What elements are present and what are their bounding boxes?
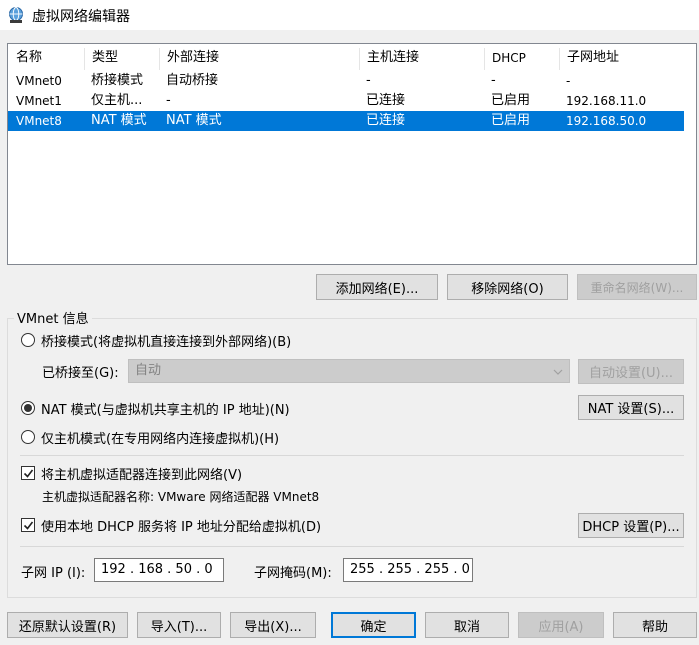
host-only-mode-label[interactable]: 仅主机模式(在专用网络内连接虚拟机)(H) (41, 428, 279, 447)
bridged-mode-label[interactable]: 桥接模式(将虚拟机直接连接到外部网络)(B) (41, 331, 291, 350)
bridged-to-label: 已桥接至(G): (42, 366, 119, 381)
host-only-mode-radio[interactable] (21, 430, 35, 444)
remove-network-button[interactable]: 移除网络(O) (447, 274, 568, 300)
nat-mode-radio[interactable] (21, 401, 35, 415)
subnet-mask-input[interactable]: 255 . 255 . 255 . 0 (343, 558, 473, 582)
connect-adapter-checkbox[interactable] (21, 466, 35, 480)
help-button[interactable]: 帮助 (613, 612, 697, 638)
checkmark-icon (23, 469, 34, 478)
adapter-name-text: 主机虚拟适配器名称: VMware 网络适配器 VMnet8 (42, 490, 320, 504)
column-header-host[interactable]: 主机连接 (359, 44, 419, 72)
add-network-button[interactable]: 添加网络(E)... (316, 274, 438, 300)
column-header-subnet[interactable]: 子网地址 (559, 44, 619, 72)
column-header-dhcp[interactable]: DHCP (484, 44, 526, 72)
import-button[interactable]: 导入(T)... (137, 612, 221, 638)
bridged-to-value: 自动 (135, 363, 162, 378)
cell-host: - (366, 73, 371, 88)
column-header-name[interactable]: 名称 (8, 44, 42, 72)
table-row[interactable]: VMnet0 桥接模式 自动桥接 - - - (8, 71, 684, 91)
subnet-ip-input[interactable]: 192 . 168 . 50 . 0 (94, 558, 224, 582)
ok-button[interactable]: 确定 (331, 612, 416, 638)
cell-host: 已连接 (366, 113, 406, 128)
cell-subnet: 192.168.11.0 (566, 94, 647, 108)
restore-defaults-button[interactable]: 还原默认设置(R) (7, 612, 128, 638)
dhcp-checkbox[interactable] (21, 518, 35, 532)
cell-external: 自动桥接 (166, 73, 219, 88)
bridged-to-select[interactable]: 自动 (128, 359, 570, 383)
cell-name: VMnet0 (16, 74, 62, 88)
nat-mode-label[interactable]: NAT 模式(与虚拟机共享主机的 IP 地址)(N) (41, 399, 290, 418)
rename-network-button[interactable]: 重命名网络(W)... (577, 274, 697, 300)
column-header-external[interactable]: 外部连接 (159, 44, 219, 72)
network-globe-icon (9, 7, 23, 23)
cell-dhcp: - (491, 73, 496, 88)
cell-external: NAT 模式 (166, 113, 222, 128)
cell-name: VMnet8 (16, 114, 62, 128)
connect-adapter-label[interactable]: 将主机虚拟适配器连接到此网络(V) (41, 464, 242, 483)
cell-subnet: - (566, 74, 571, 88)
dhcp-settings-button[interactable]: DHCP 设置(P)... (578, 513, 684, 538)
cell-host: 已连接 (366, 93, 406, 108)
cell-type: 桥接模式 (91, 73, 144, 88)
cancel-button[interactable]: 取消 (425, 612, 509, 638)
subnet-ip-label: 子网 IP (I): (21, 566, 86, 581)
checkmark-icon (23, 521, 34, 530)
network-table[interactable]: 名称 类型 外部连接 主机连接 DHCP 子网地址 VMnet0 桥接模式 自动… (7, 43, 697, 265)
cell-type: NAT 模式 (91, 113, 147, 128)
table-row-selected[interactable]: VMnet8 NAT 模式 NAT 模式 已连接 已启用 192.168.50.… (8, 111, 684, 131)
window-title: 虚拟网络编辑器 (32, 9, 130, 25)
radio-selected-dot (24, 404, 32, 412)
subnet-mask-label: 子网掩码(M): (254, 566, 332, 581)
cell-name: VMnet1 (16, 94, 62, 108)
bridged-mode-radio[interactable] (21, 333, 35, 347)
apply-button[interactable]: 应用(A) (518, 612, 604, 638)
cell-dhcp: 已启用 (491, 113, 531, 128)
table-row[interactable]: VMnet1 仅主机... - 已连接 已启用 192.168.11.0 (8, 91, 684, 111)
vmnet-info-label: VMnet 信息 (14, 308, 92, 327)
export-button[interactable]: 导出(X)... (230, 612, 316, 638)
cell-dhcp: 已启用 (491, 93, 531, 108)
cell-subnet: 192.168.50.0 (566, 114, 647, 128)
dhcp-label[interactable]: 使用本地 DHCP 服务将 IP 地址分配给虚拟机(D) (41, 516, 321, 535)
chevron-down-icon (553, 369, 563, 375)
separator (20, 455, 684, 456)
cell-external: - (166, 93, 171, 108)
column-header-type[interactable]: 类型 (84, 44, 118, 72)
cell-type: 仅主机... (91, 93, 143, 108)
auto-settings-button[interactable]: 自动设置(U)... (578, 359, 684, 384)
separator (20, 546, 684, 547)
nat-settings-button[interactable]: NAT 设置(S)... (578, 395, 684, 420)
